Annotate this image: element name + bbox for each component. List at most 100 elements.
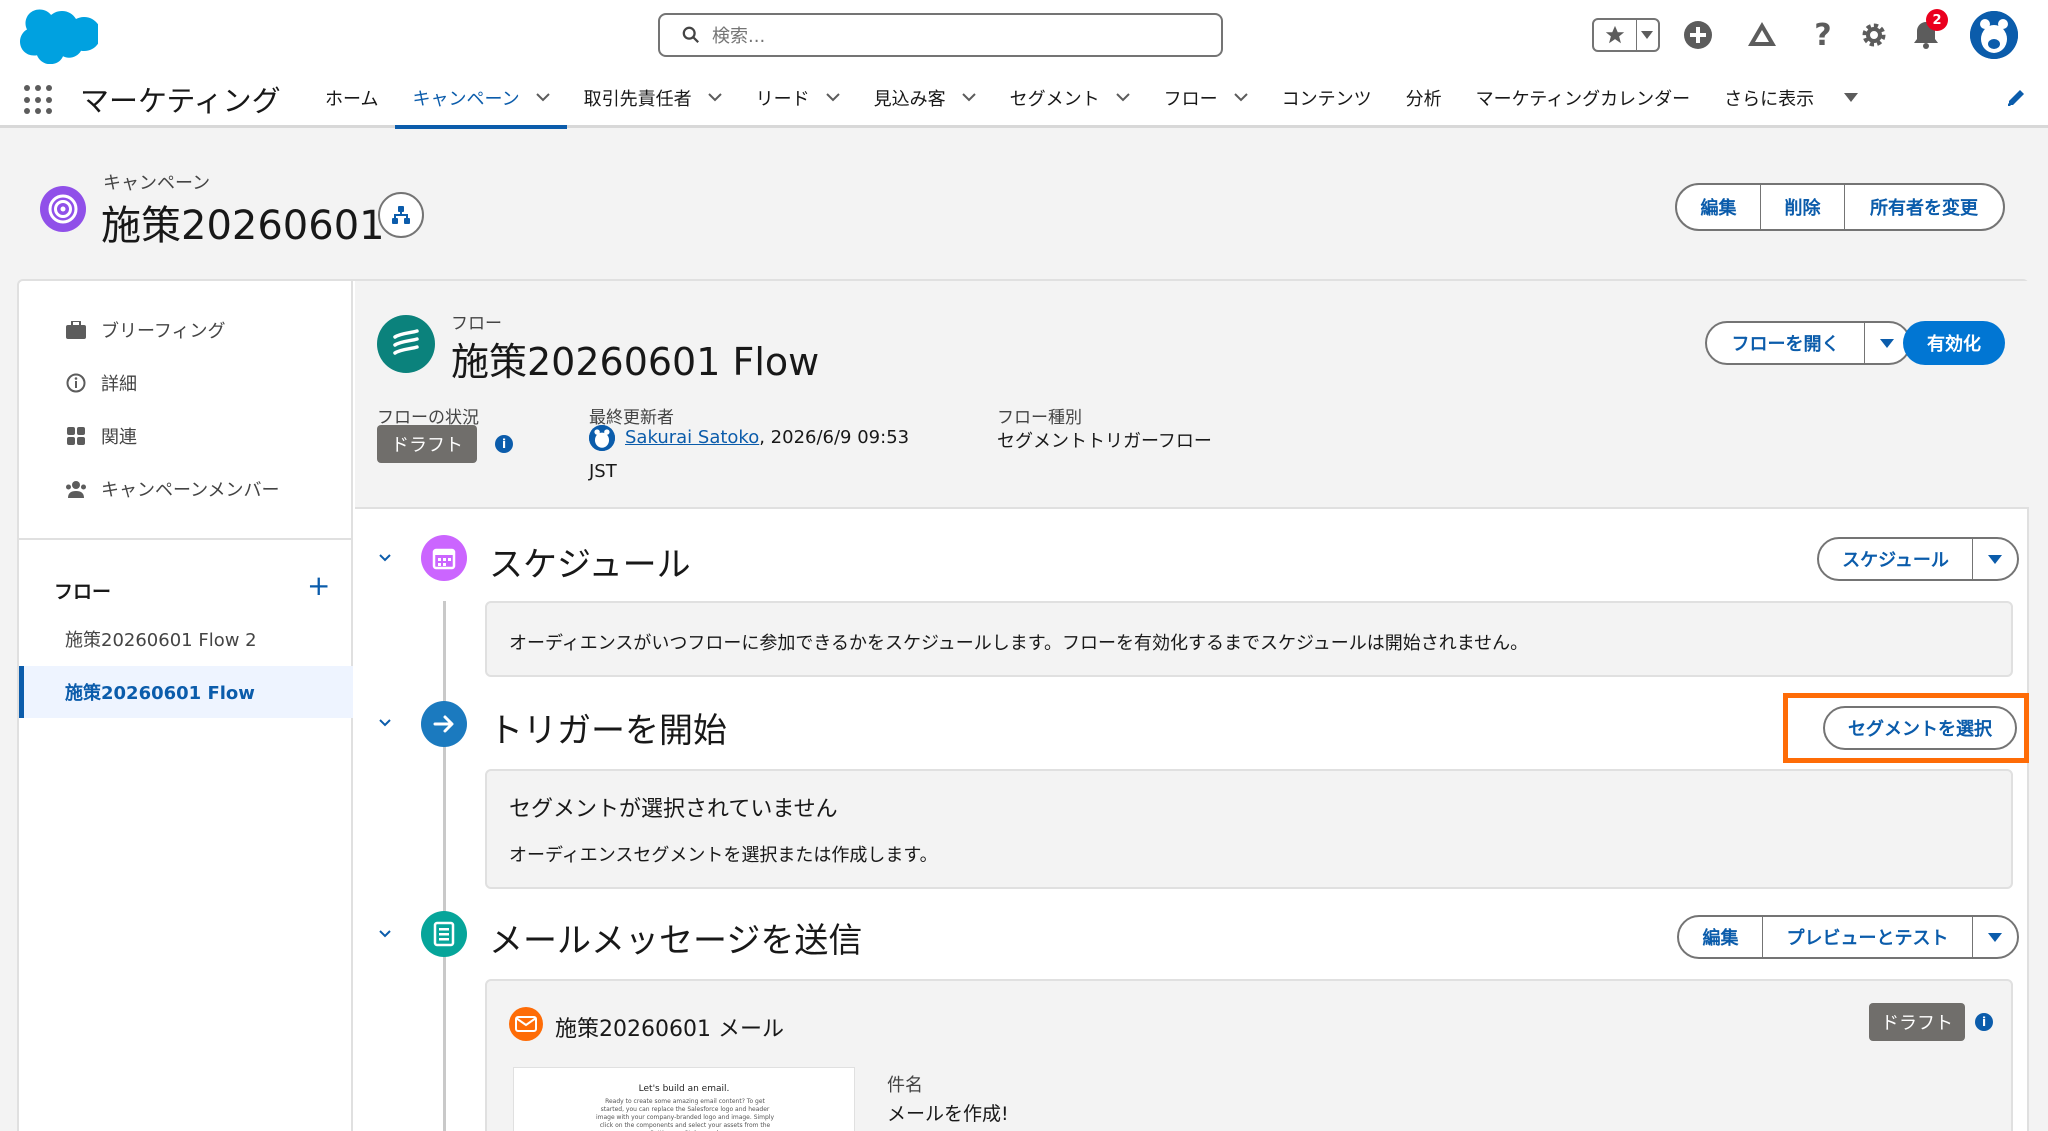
nav-item-contacts[interactable]: 取引先責任者 [567,70,739,125]
record-header: キャンペーン 施策20260601 編集 削除 所有者を変更 [0,131,2048,281]
left-nav-related[interactable]: 関連 [65,423,137,449]
salesforce-logo[interactable] [16,8,98,64]
caret-down-icon [1988,932,2002,942]
modified-user-avatar [589,425,615,451]
schedule-box: オーディエンスがいつフローに参加できるかをスケジュールします。フローを有効化する… [485,601,2013,677]
preview-test-button[interactable]: プレビューとテスト [1763,917,1973,957]
schedule-button[interactable]: スケジュール [1819,539,1973,579]
record-type-label: キャンペーン [103,173,211,194]
record-title: 施策20260601 [101,203,385,249]
app-name: マーケティング [80,84,281,118]
favorites-menu-icon[interactable] [1637,20,1658,50]
left-nav-details[interactable]: 詳細 [65,370,137,396]
chevron-down-icon[interactable] [1115,93,1130,102]
left-nav-label: ブリーフィング [101,321,226,342]
nav-item-campaigns[interactable]: キャンペーン [395,70,567,129]
email-menu-button[interactable] [1973,917,2017,957]
hierarchy-button[interactable] [378,192,424,238]
chevron-down-icon[interactable] [535,93,550,102]
nav-item-segments[interactable]: セグメント [993,70,1147,125]
group-icon [65,478,87,500]
global-header: 検索... ? 2 [0,0,2048,70]
delete-button[interactable]: 削除 [1761,185,1845,229]
flow-list-item[interactable]: 施策20260601 Flow 2 [19,613,353,665]
campaign-target-icon [40,186,86,232]
user-avatar[interactable] [1970,11,2018,59]
edit-nav-pencil-icon[interactable] [2006,88,2026,108]
nav-item-analytics[interactable]: 分析 [1389,70,1459,125]
caret-down-icon [1880,338,1894,348]
search-placeholder: 検索... [712,26,766,47]
global-search[interactable]: 検索... [658,13,1223,57]
activate-button[interactable]: 有効化 [1903,321,2005,365]
flow-title: 施策20260601 Flow [451,340,820,384]
app-launcher-icon[interactable] [24,85,54,115]
left-nav-label: 詳細 [101,374,137,395]
help-icon[interactable]: ? [1808,15,1838,55]
open-flow-group: フローを開く [1705,321,1911,365]
chevron-down-icon[interactable] [825,93,840,102]
flow-status-badge: ドラフト [377,425,477,463]
no-segment-title: セグメントが選択されていません [509,797,838,822]
schedule-button-group: スケジュール [1817,537,2019,581]
gear-icon[interactable] [1858,15,1890,55]
chevron-down-icon[interactable] [707,93,722,102]
email-name[interactable]: 施策20260601 メール [555,1011,784,1043]
chevron-down-icon[interactable] [1233,93,1248,102]
flow-list-item-selected[interactable]: 施策20260601 Flow [19,666,353,718]
email-thumbnail[interactable]: Let's build an email. Ready to create so… [513,1067,855,1131]
record-actions: 編集 削除 所有者を変更 [1675,183,2005,231]
app-nav-bar: マーケティング ホーム キャンペーン 取引先責任者 リード 見込み客 セグメント… [0,70,2048,129]
left-nav-label: キャンペーンメンバー [101,480,280,501]
global-create-icon[interactable] [1682,15,1714,55]
nav-item-content[interactable]: コンテンツ [1265,70,1389,125]
related-grid-icon [65,425,87,447]
flow-detail-panel: フロー 施策20260601 Flow フローを開く 有効化 フローの状況 ドラ… [355,281,2029,1131]
caret-down-icon[interactable] [1844,93,1859,102]
flow-header: フロー 施策20260601 Flow フローを開く 有効化 フローの状況 ドラ… [355,281,2029,509]
info-icon[interactable]: i [1975,1013,1993,1031]
calendar-icon [421,535,467,581]
trigger-step-title: トリガーを開始 [489,711,727,751]
edit-button[interactable]: 編集 [1677,185,1761,229]
envelope-icon [509,1007,543,1041]
chevron-down-icon[interactable] [961,93,976,102]
flow-kind-value: セグメントトリガーフロー [997,431,1212,452]
flow-list-heading: フロー [54,581,112,603]
modified-date: , 2026/6/9 09:53 [759,427,910,448]
collapse-schedule-chevron-icon[interactable] [378,553,392,563]
favorites-button-group[interactable] [1592,18,1660,52]
nav-item-flows[interactable]: フロー [1147,70,1265,125]
email-card: 施策20260601 メール ドラフト i Let's build an ema… [485,979,2013,1131]
nav-item-leads[interactable]: リード [739,70,857,125]
select-segment-button[interactable]: セグメントを選択 [1823,706,2017,750]
timeline-line [443,601,446,1131]
modified-user-link[interactable]: Sakurai Satoko [625,427,759,448]
left-nav-label: 関連 [101,427,137,448]
notifications-icon[interactable]: 2 [1910,9,1948,55]
open-flow-button[interactable]: フローを開く [1707,323,1865,363]
trailhead-icon[interactable] [1744,15,1780,55]
add-flow-icon[interactable]: + [307,572,330,600]
info-icon[interactable]: i [495,435,513,453]
main-card: ブリーフィング 詳細 関連 キャンペーンメンバー フロー + 施策2026060… [17,279,2029,1131]
star-icon[interactable] [1594,20,1637,50]
briefcase-icon [65,319,87,341]
collapse-trigger-chevron-icon[interactable] [378,718,392,728]
change-owner-button[interactable]: 所有者を変更 [1845,185,2003,229]
left-nav-campaign-members[interactable]: キャンペーンメンバー [65,476,280,502]
email-edit-button[interactable]: 編集 [1679,917,1763,957]
last-modified-value: Sakurai Satoko, 2026/6/9 09:53 [625,427,909,448]
search-icon [682,26,699,43]
collapse-email-chevron-icon[interactable] [378,929,392,939]
nav-item-more[interactable]: さらに表示 [1707,70,1875,125]
subject-label: 件名 [887,1075,923,1096]
notification-count-badge: 2 [1926,9,1948,31]
nav-item-home[interactable]: ホーム [308,70,395,125]
schedule-menu-button[interactable] [1973,539,2017,579]
nav-item-prospects[interactable]: 見込み客 [857,70,993,125]
left-nav-briefing[interactable]: ブリーフィング [65,317,226,343]
nav-item-marketing-calendar[interactable]: マーケティングカレンダー [1459,70,1708,125]
email-status-badge: ドラフト [1869,1003,1965,1041]
subject-value: メールを作成! [887,1103,1009,1125]
